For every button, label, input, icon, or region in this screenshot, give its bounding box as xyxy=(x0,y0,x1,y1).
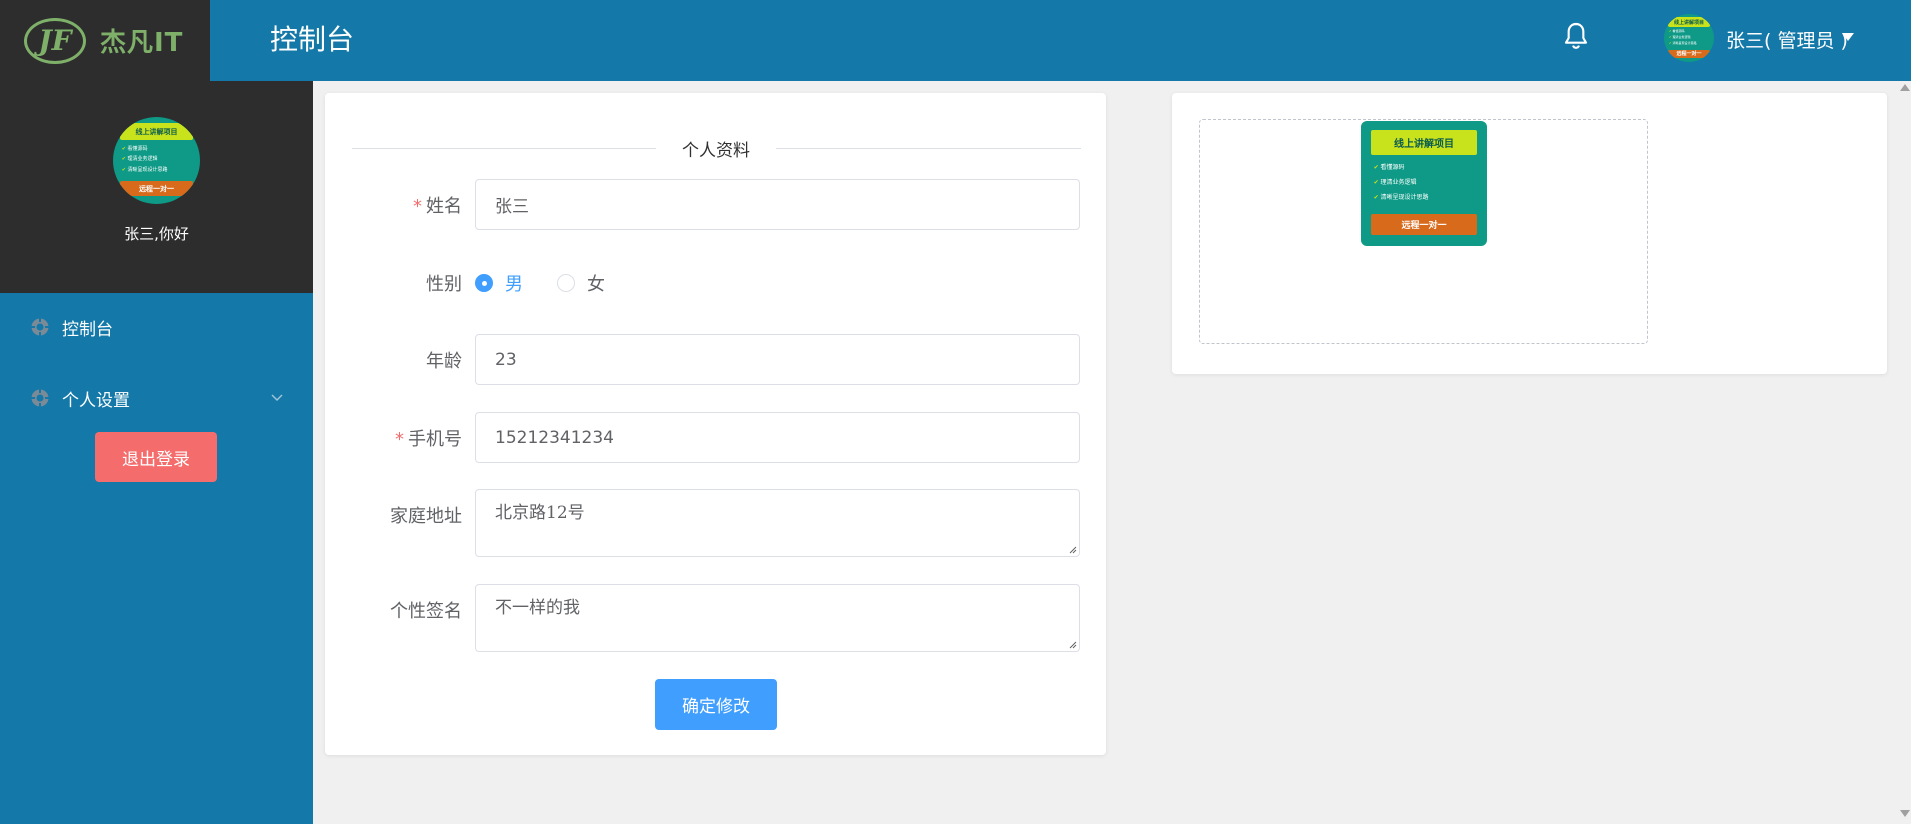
greeting-text: 张三,你好 xyxy=(124,225,189,243)
logo[interactable]: JF 杰凡IT xyxy=(0,0,210,81)
section-title: 个人资料 xyxy=(682,141,750,161)
sidebar-item-label: 个人设置 xyxy=(62,390,130,411)
scrollbar[interactable] xyxy=(1899,81,1911,824)
gear-icon xyxy=(31,318,49,336)
scroll-down-icon[interactable] xyxy=(1900,810,1910,817)
scroll-up-icon[interactable] xyxy=(1900,84,1910,91)
divider xyxy=(776,148,1081,149)
signature-textarea[interactable]: 不一样的我 xyxy=(475,584,1080,652)
gender-radio-group: 男 女 xyxy=(475,270,639,296)
address-textarea[interactable]: 北京路12号 xyxy=(475,489,1080,557)
logout-button[interactable]: 退出登录 xyxy=(95,432,217,482)
sidebar-profile: 线上讲解项目 看懂源码 理清业务逻辑 清晰呈现设计思路 远程一对一 张三,你好 xyxy=(0,81,313,293)
gender-radio-female[interactable]: 女 xyxy=(557,270,605,296)
user-avatar[interactable]: 线上讲解项目 看懂源码 理清业务逻辑 清晰呈现设计思路 远程一对一 xyxy=(1664,14,1714,62)
gender-radio-male[interactable]: 男 xyxy=(475,270,523,296)
gender-label: 性别 xyxy=(426,274,462,295)
signature-label: 个性签名 xyxy=(390,601,462,622)
bell-icon[interactable] xyxy=(1560,20,1592,52)
resize-handle-icon[interactable] xyxy=(1067,639,1077,649)
sidebar-item-dashboard[interactable]: 控制台 xyxy=(30,312,113,342)
gear-icon xyxy=(31,389,49,407)
address-value: 北京路12号 xyxy=(495,503,585,523)
address-label: 家庭地址 xyxy=(390,506,462,527)
resize-handle-icon[interactable] xyxy=(1067,544,1077,554)
chevron-down-icon[interactable] xyxy=(270,392,284,402)
logo-mark: JF xyxy=(24,17,86,64)
divider xyxy=(352,148,656,149)
user-menu-label[interactable]: 张三( 管理员 ) xyxy=(1726,26,1848,53)
phone-label: * 手机号 xyxy=(395,429,462,450)
radio-checked-icon xyxy=(475,274,493,292)
signature-value: 不一样的我 xyxy=(495,598,580,618)
name-label: * 姓名 xyxy=(413,196,462,217)
phone-field[interactable]: 15212341234 xyxy=(475,412,1080,463)
page-title: 控制台 xyxy=(270,23,355,56)
sidebar-item-personal-settings[interactable]: 个人设置 xyxy=(30,383,130,413)
logo-text: 杰凡IT xyxy=(100,28,184,58)
sidebar-avatar: 线上讲解项目 看懂源码 理清业务逻辑 清晰呈现设计思路 远程一对一 xyxy=(113,117,200,204)
radio-unchecked-icon xyxy=(557,274,575,292)
uploaded-avatar-image[interactable]: 线上讲解项目 看懂源码 理清业务逻辑 清晰呈现设计思路 远程一对一 xyxy=(1361,121,1487,246)
age-field[interactable]: 23 xyxy=(475,334,1080,385)
top-header: JF 杰凡IT 控制台 线上讲解项目 看懂源码 理清业务逻辑 清晰呈现设计思路 … xyxy=(0,0,1911,81)
submit-button[interactable]: 确定修改 xyxy=(655,679,777,730)
caret-down-icon[interactable] xyxy=(1842,33,1854,41)
age-label: 年龄 xyxy=(426,351,462,372)
name-field[interactable]: 张三 xyxy=(475,179,1080,230)
sidebar-item-label: 控制台 xyxy=(62,319,113,340)
